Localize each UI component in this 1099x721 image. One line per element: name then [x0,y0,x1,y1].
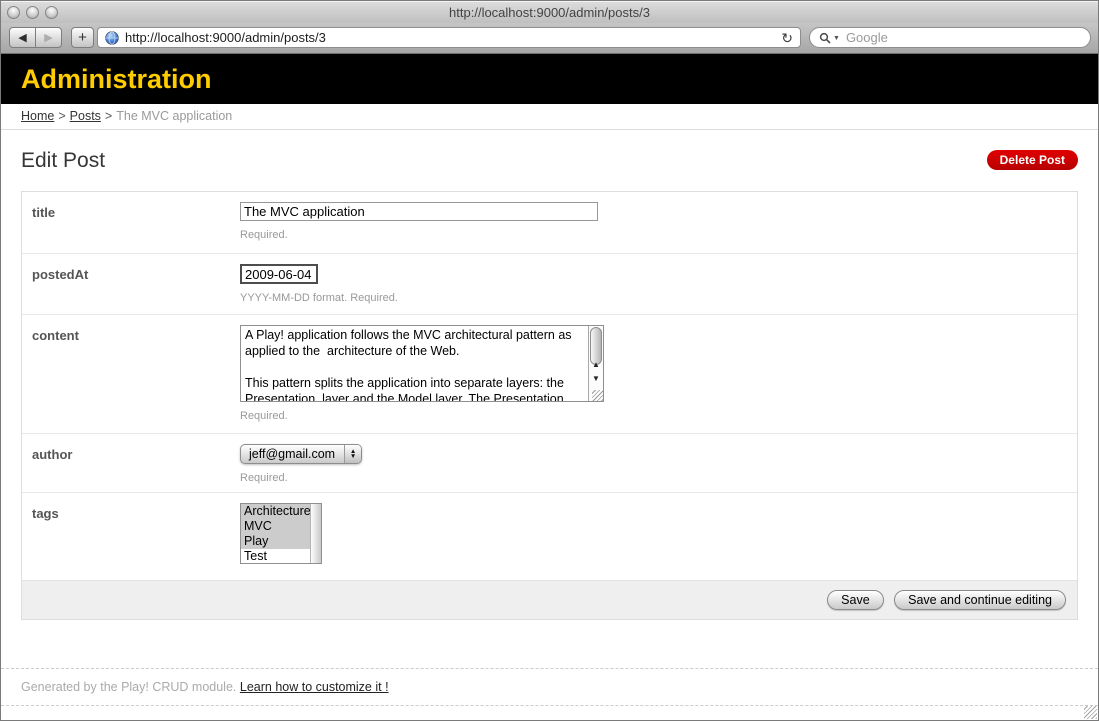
search-icon [819,32,831,44]
back-icon: ◀ [18,31,26,44]
search-placeholder: Google [846,30,888,45]
search-options-caret-icon[interactable]: ▼ [833,35,840,42]
breadcrumb: Home > Posts > The MVC application [1,104,1098,130]
search-field[interactable]: ▼ Google [809,27,1091,48]
back-button[interactable]: ◀ [9,27,36,48]
browser-window: http://localhost:9000/admin/posts/3 ◀ ▶ … [0,0,1099,721]
page-title: Edit Post [21,143,1078,173]
breadcrumb-home-link[interactable]: Home [21,109,54,123]
field-label-content: content [22,315,240,433]
tag-option[interactable]: Test [241,549,310,563]
scroll-up-icon[interactable]: ▲ [590,358,602,371]
new-tab-button[interactable]: + [71,27,94,48]
breadcrumb-separator: > [58,109,65,123]
address-bar[interactable]: http://localhost:9000/admin/posts/3 ↻ [97,27,801,48]
save-and-continue-button[interactable]: Save and continue editing [894,590,1066,610]
content-helper-text: Required. [240,410,1077,422]
content-textarea[interactable]: A Play! application follows the MVC arch… [241,326,588,401]
tags-multiselect[interactable]: Architecture MVC Play Test [240,503,322,564]
author-select[interactable]: jeff@gmail.com ▲ ▼ [240,444,362,464]
tag-option[interactable]: MVC [241,519,310,534]
plus-icon: + [78,29,87,46]
footer-text: Generated by the Play! CRUD module. [21,680,236,694]
form-row-title: title Required. [22,192,1077,253]
postedat-input[interactable] [240,264,318,284]
breadcrumb-current: The MVC application [116,109,232,123]
title-helper-text: Required. [240,229,1077,241]
edit-post-form: title Required. postedAt YYYY-MM-DD form… [21,191,1078,620]
form-row-author: author jeff@gmail.com ▲ ▼ Required. [22,433,1077,492]
browser-toolbar: ◀ ▶ + http://localhost:9000/admin/posts/… [1,23,1098,54]
author-helper-text: Required. [240,472,1077,484]
form-actions: Save Save and continue editing [22,580,1077,619]
site-footer: Generated by the Play! CRUD module. Lear… [1,668,1098,706]
form-row-postedat: postedAt YYYY-MM-DD format. Required. [22,253,1077,314]
admin-header: Administration [1,54,1098,104]
breadcrumb-posts-link[interactable]: Posts [70,109,101,123]
form-row-tags: tags Architecture MVC Play Test [22,492,1077,580]
window-resize-grip-icon[interactable] [1084,706,1097,719]
reload-icon[interactable]: ↻ [781,31,793,45]
forward-icon: ▶ [44,31,52,44]
window-titlebar[interactable]: http://localhost:9000/admin/posts/3 [1,1,1098,23]
listbox-scrollbar[interactable] [310,504,321,563]
nav-button-group: ◀ ▶ [9,27,62,48]
page-head: Edit Post Delete Post [21,143,1078,179]
tags-options: Architecture MVC Play Test [241,504,310,563]
globe-icon [105,31,119,45]
field-label-author: author [22,434,240,492]
postedat-helper-text: YYYY-MM-DD format. Required. [240,292,1077,304]
delete-post-button[interactable]: Delete Post [987,150,1078,170]
author-selected-value: jeff@gmail.com [241,447,344,461]
form-row-content: content A Play! application follows the … [22,314,1077,433]
customize-link[interactable]: Learn how to customize it ! [240,680,389,694]
tag-option[interactable]: Architecture [241,504,310,519]
app-title: Administration [21,64,212,95]
breadcrumb-separator: > [105,109,112,123]
scroll-down-icon[interactable]: ▼ [590,372,602,385]
save-button[interactable]: Save [827,590,884,610]
field-label-title: title [22,192,240,253]
content-textarea-wrap: A Play! application follows the MVC arch… [240,325,604,402]
page-content: Administration Home > Posts > The MVC applic… [1,54,1098,720]
field-label-postedat: postedAt [22,254,240,314]
window-title: http://localhost:9000/admin/posts/3 [1,5,1098,20]
textarea-resize-grip-icon[interactable] [592,390,603,401]
tag-option[interactable]: Play [241,534,310,549]
title-input[interactable] [240,202,598,221]
field-label-tags: tags [22,493,240,580]
select-stepper-icon: ▲ ▼ [344,445,361,463]
forward-button[interactable]: ▶ [35,27,62,48]
url-text[interactable]: http://localhost:9000/admin/posts/3 [125,30,781,45]
